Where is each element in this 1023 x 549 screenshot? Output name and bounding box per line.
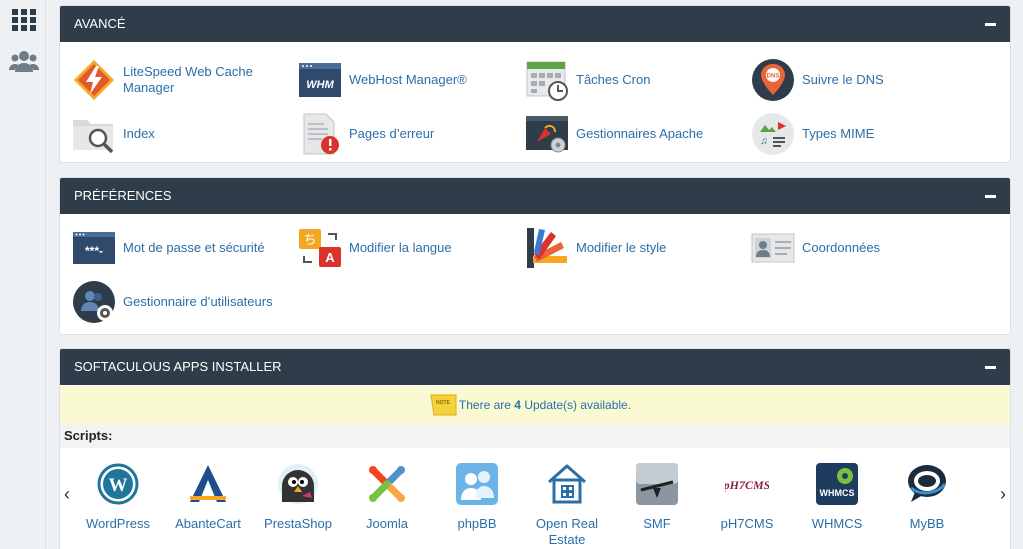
abantecart-icon xyxy=(190,465,226,502)
preferences-panel-header[interactable]: Préférences xyxy=(60,178,1010,214)
mybb-icon xyxy=(908,465,947,502)
svg-text:A: A xyxy=(325,250,335,265)
svg-text:***-: ***- xyxy=(85,244,103,258)
svg-text:DNS: DNS xyxy=(767,74,780,80)
smf-icon xyxy=(636,463,678,505)
panel-title: Préférences xyxy=(74,188,172,203)
collapse-icon[interactable] xyxy=(985,195,996,198)
panel-title: Softaculous Apps Installer xyxy=(74,359,282,374)
grid-icon[interactable] xyxy=(8,4,40,36)
password-icon: ***- xyxy=(73,232,115,264)
advanced-panel: Avancé LiteSpeed Web Cache Manager WHM W… xyxy=(59,5,1011,163)
svg-text:WHMCS: WHMCS xyxy=(820,488,855,498)
mime-types-icon: ♫ xyxy=(752,113,794,155)
note-icon: NOTE xyxy=(430,394,457,416)
phpbb-icon xyxy=(456,463,498,505)
app-wordpress[interactable]: W WordPress xyxy=(73,462,163,532)
updates-notice: NOTE There are 4 Update(s) available. xyxy=(60,386,1010,424)
wordpress-icon: W xyxy=(97,463,139,505)
mime-types-link[interactable]: ♫ Types MIME xyxy=(751,111,962,157)
user-manager-link[interactable]: Gestionnaire d’utilisateurs xyxy=(72,279,283,325)
folder-search-icon xyxy=(73,120,114,154)
litespeed-link[interactable]: LiteSpeed Web Cache Manager xyxy=(72,57,283,103)
app-mybb[interactable]: MyBB xyxy=(882,462,972,532)
apache-handler-icon xyxy=(526,116,568,153)
svg-text:W: W xyxy=(109,475,128,496)
style-palette-icon xyxy=(527,228,567,268)
svg-text:ち: ち xyxy=(303,233,316,248)
updates-count: 4 xyxy=(514,398,521,412)
app-abantecart[interactable]: AbanteCart xyxy=(163,462,253,532)
svg-text:WHM: WHM xyxy=(306,79,334,91)
joomla-icon xyxy=(369,466,405,502)
contact-card-icon xyxy=(751,233,795,263)
left-sidebar xyxy=(0,0,46,549)
softaculous-panel: Softaculous Apps Installer NOTE There ar… xyxy=(59,348,1011,549)
user-manager-icon xyxy=(73,281,115,323)
calendar-clock-icon xyxy=(526,61,568,101)
svg-text:pH7CMS: pH7CMS xyxy=(725,478,769,492)
scripts-carousel: ‹ W WordPress AbanteCart PrestaShop Joom… xyxy=(60,448,1010,549)
app-smf[interactable]: SMF xyxy=(612,462,702,532)
scripts-bar: Scripts: xyxy=(60,424,1010,448)
svg-text:♫: ♫ xyxy=(760,136,768,147)
password-security-link[interactable]: ***- Mot de passe et sécurité xyxy=(72,225,283,271)
contact-info-link[interactable]: Coordonnées xyxy=(751,225,962,271)
carousel-next-button[interactable]: › xyxy=(996,484,1010,505)
app-phpbb[interactable]: phpBB xyxy=(432,462,522,532)
app-prestashop[interactable]: PrestaShop xyxy=(253,462,343,532)
collapse-icon[interactable] xyxy=(985,23,996,26)
whmcs-icon: WHMCS xyxy=(816,463,858,505)
ph7cms-icon: pH7CMS xyxy=(725,478,769,492)
app-open-real-estate[interactable]: Open Real Estate xyxy=(522,462,612,548)
updates-link[interactable]: There are 4 Update(s) available. xyxy=(459,398,631,412)
app-joomla[interactable]: Joomla xyxy=(342,462,432,532)
dns-link[interactable]: DNS Suivre le DNS xyxy=(751,57,962,103)
whm-icon: WHM xyxy=(299,63,341,97)
advanced-panel-header[interactable]: Avancé xyxy=(60,6,1010,42)
language-link[interactable]: ち A Modifier la langue xyxy=(298,225,509,271)
collapse-icon[interactable] xyxy=(985,366,996,369)
apache-handlers-link[interactable]: Gestionnaires Apache xyxy=(525,111,736,157)
whm-link[interactable]: WHM WebHost Manager® xyxy=(298,57,509,103)
svg-text:NOTE: NOTE xyxy=(436,400,451,406)
softaculous-panel-header[interactable]: Softaculous Apps Installer xyxy=(60,349,1010,385)
error-page-icon xyxy=(303,113,339,155)
cron-link[interactable]: Tâches Cron xyxy=(525,57,736,103)
preferences-panel: Préférences ***- Mot de passe et sécurit… xyxy=(59,177,1011,335)
language-icon: ち A xyxy=(299,229,341,267)
error-pages-link[interactable]: Pages d’erreur xyxy=(298,111,509,157)
style-link[interactable]: Modifier le style xyxy=(525,225,736,271)
index-link[interactable]: Index xyxy=(72,111,283,157)
dns-pin-icon: DNS xyxy=(752,59,794,101)
scripts-label: Scripts: xyxy=(64,428,113,443)
carousel-prev-button[interactable]: ‹ xyxy=(60,484,74,505)
users-icon[interactable] xyxy=(8,46,40,78)
app-whmcs[interactable]: WHMCS WHMCS xyxy=(792,462,882,532)
panel-title: Avancé xyxy=(74,16,126,31)
prestashop-icon xyxy=(278,464,318,504)
house-icon xyxy=(548,464,586,504)
litespeed-icon xyxy=(74,60,114,100)
app-ph7cms[interactable]: pH7CMS pH7CMS xyxy=(702,462,792,532)
